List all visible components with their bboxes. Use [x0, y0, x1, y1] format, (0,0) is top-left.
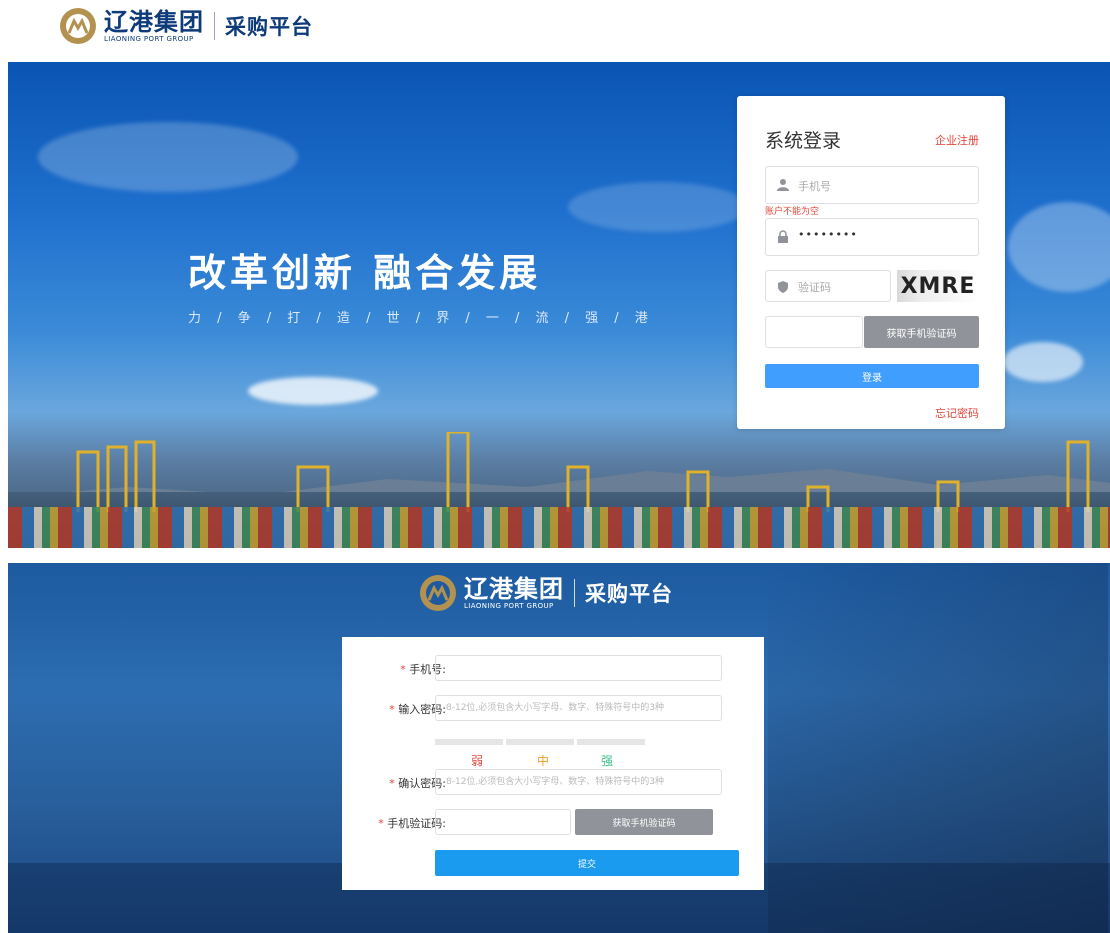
- login-button[interactable]: 登录: [765, 364, 979, 388]
- get-sms-code-button[interactable]: 获取手机验证码: [864, 316, 979, 348]
- strength-segment-medium: [506, 739, 574, 745]
- top-header: 辽港集团 LIAONING PORT GROUP 采购平台: [0, 0, 1110, 60]
- brand-separator: [214, 12, 215, 40]
- required-mark: *: [400, 663, 406, 676]
- brand-separator: [574, 579, 575, 607]
- phone-error: 账户不能为空: [765, 207, 820, 217]
- register-get-sms-button[interactable]: 获取手机验证码: [575, 809, 713, 835]
- container-yard: [8, 507, 1110, 548]
- register-phone-input[interactable]: [435, 655, 722, 681]
- cloud: [1008, 202, 1110, 292]
- brand-name-cn: 辽港集团: [104, 8, 204, 36]
- captcha-image[interactable]: XMRE: [897, 270, 979, 302]
- brand-logo[interactable]: 辽港集团 LIAONING PORT GROUP 采购平台: [60, 8, 313, 44]
- cloud: [38, 122, 298, 192]
- platform-name: 采购平台: [585, 581, 673, 606]
- register-sms-input[interactable]: [435, 809, 571, 835]
- register-password-input[interactable]: 8-12位,必须包含大小写字母、数字、特殊符号中的3种: [435, 695, 722, 721]
- confirm-password-input[interactable]: 8-12位,必须包含大小写字母、数字、特殊符号中的3种: [435, 769, 722, 795]
- brand-mark-icon: [60, 8, 96, 44]
- phone-input[interactable]: 手机号: [765, 166, 979, 204]
- brand-name-cn: 辽港集团: [464, 575, 564, 603]
- strength-strong-label: 强: [601, 754, 614, 768]
- slogan-subtitle: 力 / 争 / 打 / 造 / 世 / 界 / 一 / 流 / 强 / 港: [188, 311, 654, 326]
- register-section: 辽港集团 LIAONING PORT GROUP 采购平台 * 手机号: * 输…: [8, 563, 1110, 933]
- user-icon: [777, 179, 789, 191]
- required-mark: *: [389, 703, 395, 716]
- strength-weak-label: 弱: [471, 754, 484, 768]
- register-brand-logo: 辽港集团 LIAONING PORT GROUP 采购平台: [420, 575, 673, 611]
- cloud: [248, 377, 378, 405]
- brand-mark-icon: [420, 575, 456, 611]
- register-form: * 手机号: * 输入密码: 8-12位,必须包含大小写字母、数字、特殊符号中的…: [342, 637, 764, 890]
- slogan-title: 改革创新 融合发展: [188, 251, 542, 295]
- shield-icon: [778, 281, 788, 293]
- brand-name-en: LIAONING PORT GROUP: [104, 35, 194, 43]
- port-cranes: [76, 432, 1090, 512]
- login-card: 系统登录 企业注册 手机号 账户不能为空 •••••••• 验证码 XMRE 获…: [737, 96, 1005, 429]
- login-title: 系统登录: [765, 130, 842, 152]
- password-input[interactable]: ••••••••: [765, 218, 979, 256]
- strength-segment-strong: [577, 739, 645, 745]
- captcha-input[interactable]: 验证码: [765, 270, 891, 302]
- platform-name: 采购平台: [225, 14, 313, 39]
- strength-medium-label: 中: [537, 754, 550, 768]
- captcha-placeholder: 验证码: [798, 281, 831, 294]
- hero-slogan: 改革创新 融合发展 力 / 争 / 打 / 造 / 世 / 界 / 一 / 流 …: [188, 242, 654, 326]
- strength-segment-weak: [435, 739, 503, 745]
- password-strength-bar: [435, 739, 645, 745]
- brand-text: 辽港集团 LIAONING PORT GROUP: [464, 576, 564, 610]
- cloud: [568, 182, 748, 232]
- register-link[interactable]: 企业注册: [935, 132, 979, 148]
- submit-button[interactable]: 提交: [435, 850, 739, 876]
- cloud: [1003, 342, 1083, 382]
- phone-placeholder: 手机号: [798, 180, 831, 193]
- forgot-password-link[interactable]: 忘记密码: [935, 405, 979, 421]
- required-mark: *: [378, 817, 384, 830]
- sms-code-input[interactable]: [765, 316, 863, 348]
- brand-text: 辽港集团 LIAONING PORT GROUP: [104, 9, 204, 43]
- brand-name-en: LIAONING PORT GROUP: [464, 602, 554, 610]
- password-value: ••••••••: [798, 228, 858, 241]
- lock-icon: [778, 230, 788, 243]
- required-mark: *: [389, 777, 395, 790]
